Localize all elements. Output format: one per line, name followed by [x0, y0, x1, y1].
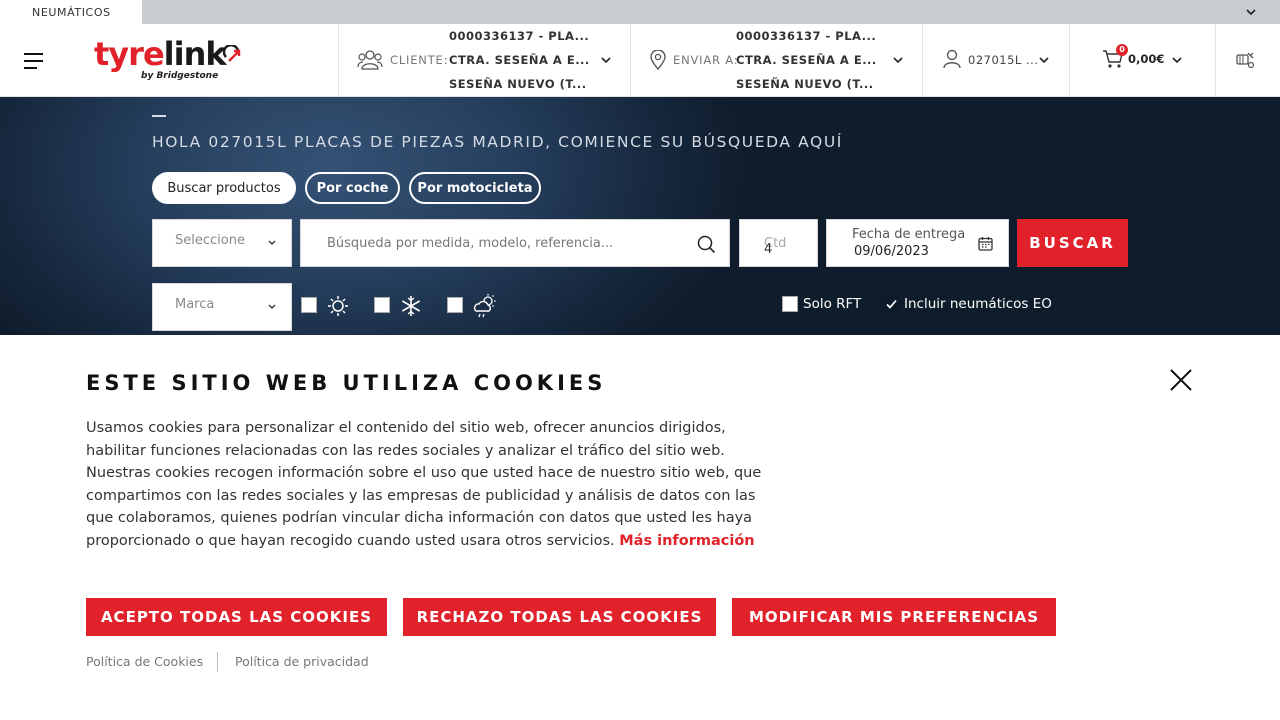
client-line-1: 0000336137 - PLA...	[449, 29, 590, 43]
sun-icon	[328, 296, 348, 316]
ship-line-3: SESEÑA NUEVO (T...	[736, 77, 874, 91]
ship-line-2: CTRA. SESEÑA A E...	[736, 53, 877, 67]
user-name: 027015L ...	[968, 53, 1039, 67]
tab-buscar-productos[interactable]: Buscar productos	[152, 172, 296, 204]
include-eo-checkbox[interactable]	[883, 296, 899, 312]
hero-dash	[152, 115, 166, 117]
delivery-date-field[interactable]: Fecha de entrega 09/06/2023	[826, 219, 1009, 267]
menu-icon[interactable]	[24, 53, 43, 69]
ship-label: ENVIAR A:	[673, 53, 739, 67]
calendar-icon[interactable]	[978, 236, 993, 251]
cart-amount: 0,00€	[1128, 52, 1165, 66]
cookie-policy-link[interactable]: Política de Cookies	[86, 654, 203, 669]
solo-rft-checkbox[interactable]	[782, 296, 798, 312]
client-label: CLIENTE:	[390, 53, 449, 67]
privacy-policy-link[interactable]: Política de privacidad	[235, 654, 369, 669]
summer-checkbox[interactable]	[301, 297, 317, 313]
all-season-checkbox[interactable]	[447, 297, 463, 313]
category-select[interactable]: Seleccione	[152, 219, 292, 267]
chevron-down-icon[interactable]	[1244, 5, 1258, 19]
tyrelink-logo[interactable]: tyrelink by Bridgestone	[94, 38, 254, 84]
reject-all-cookies-button[interactable]: RECHAZO TODAS LAS COOKIES	[403, 598, 716, 636]
header: tyrelink by Bridgestone CLIENTE: 0000336…	[0, 24, 1280, 97]
winter-checkbox[interactable]	[374, 297, 390, 313]
cookie-title: ESTE SITIO WEB UTILIZA COOKIES	[86, 371, 607, 395]
chevron-down-icon	[268, 304, 276, 309]
ship-line-1: 0000336137 - PLA...	[736, 29, 877, 43]
chevron-down-icon[interactable]	[892, 54, 904, 66]
cart-badge: 0	[1116, 44, 1128, 56]
check-icon	[886, 299, 897, 309]
cookie-text: Usamos cookies para personalizar el cont…	[86, 420, 762, 549]
tyre-change-icon[interactable]	[1235, 50, 1255, 70]
tab-por-motocicleta[interactable]: Por motocicleta	[409, 172, 541, 204]
hero-greeting: HOLA 027015L PLACAS DE PIEZAS MADRID, CO…	[152, 133, 843, 151]
search-input[interactable]: Búsqueda por medida, modelo, referencia.…	[300, 219, 730, 267]
chevron-down-icon[interactable]	[1171, 54, 1183, 66]
location-pin-icon	[650, 50, 666, 70]
modify-preferences-button[interactable]: MODIFICAR MIS PREFERENCIAS	[732, 598, 1056, 636]
quantity-field[interactable]: Ctd 4	[739, 219, 818, 267]
cookie-banner: ESTE SITIO WEB UTILIZA COOKIES Usamos co…	[0, 335, 1280, 720]
chevron-down-icon[interactable]	[600, 54, 612, 66]
chevron-down-icon[interactable]	[1038, 54, 1050, 66]
client-line-3: SESEÑA NUEVO (T...	[449, 77, 587, 91]
all-season-icon	[473, 294, 496, 318]
client-selector[interactable]: CLIENTE: 0000336137 - PLA... CTRA. SESEÑ…	[339, 24, 630, 97]
user-icon	[943, 49, 961, 69]
tab-por-coche[interactable]: Por coche	[305, 172, 400, 204]
include-eo-label: Incluir neumáticos EO	[904, 296, 1052, 312]
brand-select[interactable]: Marca	[152, 283, 292, 331]
search-icon[interactable]	[697, 235, 716, 254]
solo-rft-label: Solo RFT	[803, 296, 862, 312]
users-icon	[357, 50, 383, 70]
logo-swoosh-icon	[222, 45, 241, 62]
more-info-link[interactable]: Más información	[619, 533, 754, 549]
search-button[interactable]: BUSCAR	[1017, 219, 1128, 267]
client-line-2: CTRA. SESEÑA A E...	[449, 53, 590, 67]
tab-neumaticos[interactable]: NEUMÁTICOS	[0, 0, 142, 24]
top-strip: NEUMÁTICOS	[0, 0, 1280, 24]
ship-to-selector[interactable]: ENVIAR A: 0000336137 - PLA... CTRA. SESE…	[631, 24, 922, 97]
accept-all-cookies-button[interactable]: ACEPTO TODAS LAS COOKIES	[86, 598, 387, 636]
snowflake-icon	[401, 296, 421, 316]
links-divider	[217, 652, 218, 672]
close-icon[interactable]	[1168, 367, 1194, 393]
chevron-down-icon	[268, 240, 276, 245]
